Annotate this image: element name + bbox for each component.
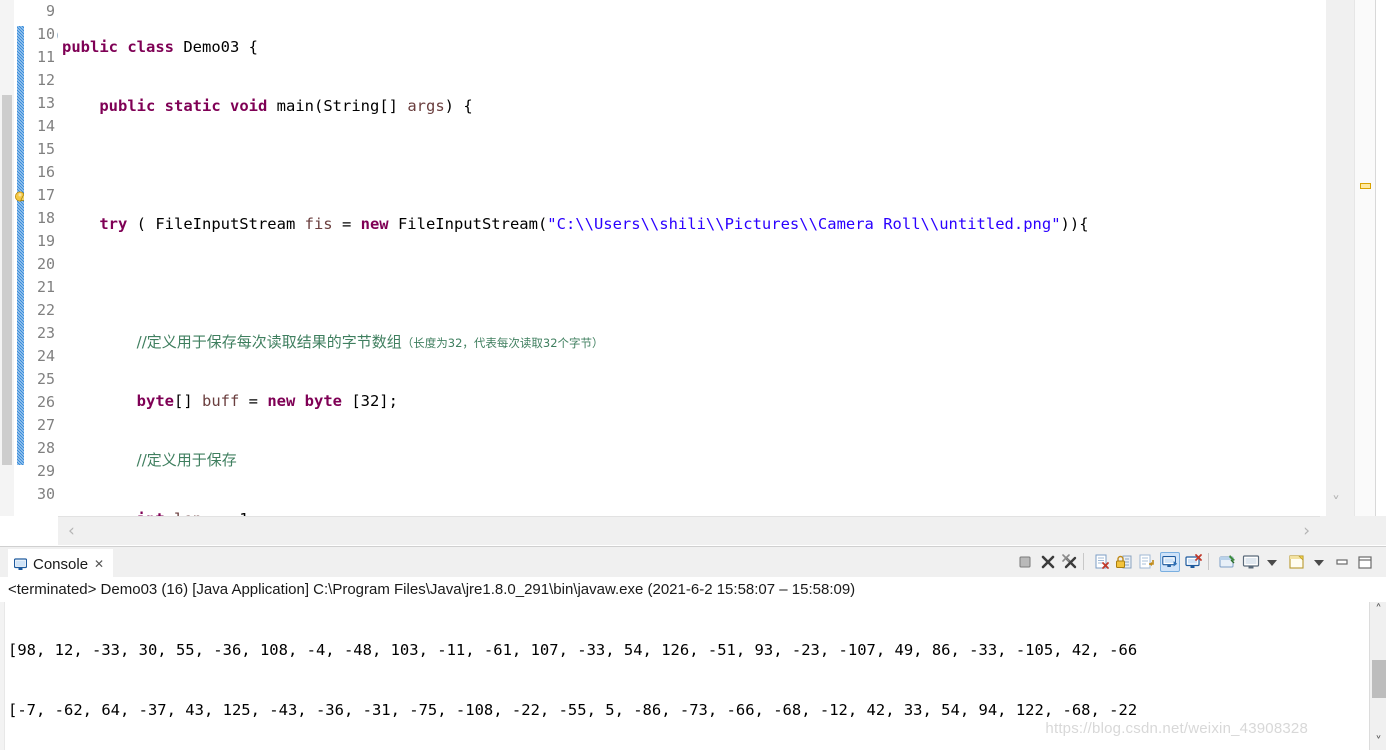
clear-console-icon[interactable] <box>1092 552 1112 572</box>
code-comment-14-paren: （长度为32，代表每次读取32个字节） <box>401 336 604 350</box>
line-number: 18 <box>36 209 55 227</box>
editor-vertical-scrollbar[interactable] <box>1326 0 1354 516</box>
console-tab-bar: Console ✕ <box>0 547 1386 577</box>
scroll-down-arrow-icon[interactable]: ˅ <box>1332 495 1340 511</box>
open-console-dropdown-icon[interactable] <box>1309 552 1329 572</box>
editor-horizontal-scrollbar[interactable]: ‹ › <box>58 516 1320 545</box>
code-line-11[interactable] <box>58 154 1320 177</box>
pin-console-icon[interactable] <box>1218 552 1238 572</box>
console-monitor-icon <box>13 557 28 571</box>
line-number: 23 <box>36 324 55 342</box>
display-selected-console-dropdown-icon[interactable] <box>1262 552 1282 572</box>
word-wrap-icon[interactable] <box>1137 552 1157 572</box>
console-scroll-up-arrow-icon[interactable]: ˄ <box>1370 602 1386 619</box>
terminate-icon[interactable] <box>1015 552 1035 572</box>
line-number: 24 <box>36 347 55 365</box>
overview-warning-marker[interactable] <box>1360 183 1371 189</box>
line-number: 13 <box>36 94 55 112</box>
editor-right-rail: ˅ <box>1320 0 1386 516</box>
line-number: 29 <box>36 462 55 480</box>
code-comment-16: //定义用于保存 <box>136 451 237 469</box>
console-launch-header: <terminated> Demo03 (16) [Java Applicati… <box>0 577 1386 602</box>
show-console-on-error-icon[interactable] <box>1184 552 1204 572</box>
line-number: 21 <box>36 278 55 296</box>
code-line-17[interactable]: int len = -1; <box>58 508 1320 516</box>
editor-corner-left <box>0 516 58 545</box>
console-scrollbar-thumb[interactable] <box>1372 660 1386 698</box>
code-line-13[interactable] <box>58 272 1320 295</box>
close-icon[interactable]: ✕ <box>94 557 104 571</box>
code-comment-14: //定义用于保存每次读取结果的字节数组 <box>136 333 402 351</box>
line-number-gutter: 9 10 11 12 13 14 15 16 17 18 19 20 21 22… <box>24 0 58 516</box>
editor-corner-right <box>1320 516 1386 545</box>
code-line-9[interactable]: public class Demo03 { <box>58 36 1320 59</box>
line-number: 17 <box>36 186 55 204</box>
display-selected-console-icon[interactable] <box>1241 552 1261 572</box>
scroll-left-arrow-icon[interactable]: ‹ <box>68 521 75 541</box>
line-number: 27 <box>36 416 55 434</box>
line-number: 28 <box>36 439 55 457</box>
console-vertical-scrollbar[interactable]: ˄ ˅ <box>1369 602 1386 750</box>
line-number: 25 <box>36 370 55 388</box>
code-line-10[interactable]: public static void main(String[] args) { <box>58 95 1320 118</box>
remove-all-terminated-icon[interactable] <box>1060 552 1080 572</box>
watermark: https://blog.csdn.net/weixin_43908328 <box>1045 720 1308 737</box>
console-line: [98, 12, -33, 30, 55, -36, 108, -4, -48,… <box>8 641 1138 659</box>
line-number: 20 <box>36 255 55 273</box>
toolbar-separator <box>1208 553 1209 570</box>
line-number: 26 <box>36 393 55 411</box>
console-view: Console ✕ <terminated> Demo03 (16) [Java… <box>0 546 1386 750</box>
console-output-area[interactable]: [98, 12, -33, 30, 55, -36, 108, -4, -48,… <box>0 602 1386 750</box>
code-line-16[interactable]: //定义用于保存 <box>58 449 1320 472</box>
scroll-lock-icon[interactable] <box>1114 552 1134 572</box>
line-number: 10 <box>36 25 55 43</box>
code-line-12[interactable]: try ( FileInputStream fis = new FileInpu… <box>58 213 1320 236</box>
minimize-icon[interactable] <box>1332 552 1352 572</box>
console-line: [-7, -62, 64, -37, 43, 125, -43, -36, -3… <box>8 701 1138 719</box>
line-number: 15 <box>36 140 55 158</box>
editor-outer-scrollbar[interactable] <box>0 0 14 516</box>
line-number: 11 <box>36 48 55 66</box>
editor-outer-scrollbar-thumb[interactable] <box>2 95 12 465</box>
overview-ruler[interactable] <box>1354 0 1376 516</box>
line-number: 22 <box>36 301 55 319</box>
scroll-right-arrow-icon[interactable]: › <box>1303 521 1310 541</box>
line-number: 12 <box>36 71 55 89</box>
open-console-icon[interactable] <box>1287 552 1307 572</box>
code-line-15[interactable]: byte[] buff = new byte [32]; <box>58 390 1320 413</box>
console-gutter <box>0 602 5 750</box>
tab-console[interactable]: Console ✕ <box>8 549 114 577</box>
line-number: 16 <box>36 163 55 181</box>
maximize-icon[interactable] <box>1355 552 1375 572</box>
show-console-on-output-icon[interactable] <box>1160 552 1180 572</box>
code-content[interactable]: public class Demo03 { public static void… <box>58 0 1320 516</box>
line-number: 14 <box>36 117 55 135</box>
line-number: 9 <box>45 2 55 20</box>
line-number: 30 <box>36 485 55 503</box>
line-number: 19 <box>36 232 55 250</box>
code-line-14[interactable]: //定义用于保存每次读取结果的字节数组（长度为32，代表每次读取32个字节） <box>58 331 1320 354</box>
tab-console-label: Console <box>33 555 89 573</box>
java-editor[interactable]: 9 10 11 12 13 14 15 16 17 18 19 20 21 22… <box>0 0 1386 546</box>
editor-change-bar <box>17 26 24 465</box>
eclipse-ide-window: 9 10 11 12 13 14 15 16 17 18 19 20 21 22… <box>0 0 1386 750</box>
console-scroll-down-arrow-icon[interactable]: ˅ <box>1370 734 1386 750</box>
toolbar-separator <box>1083 553 1084 570</box>
remove-launch-icon[interactable] <box>1038 552 1058 572</box>
